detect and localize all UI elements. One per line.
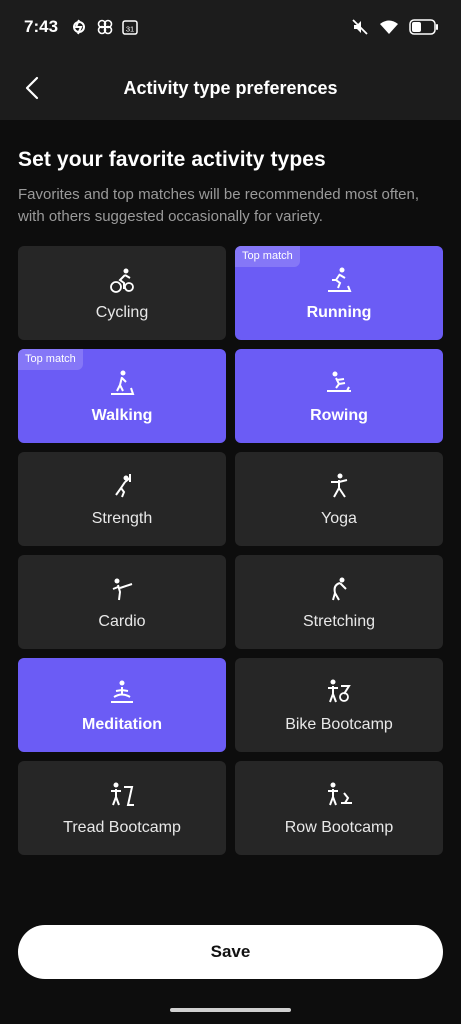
activity-tile-strength[interactable]: Strength (18, 452, 226, 546)
activity-label: Rowing (310, 407, 368, 424)
activity-label: Row Bootcamp (284, 819, 394, 836)
activity-tile-walking[interactable]: Top match Walking (18, 349, 226, 443)
running-icon (328, 267, 352, 292)
activity-tile-bike-bootcamp[interactable]: Bike Bootcamp (235, 658, 443, 752)
activity-label: Meditation (82, 716, 162, 733)
wifi-icon (380, 20, 398, 34)
activity-tile-yoga[interactable]: Yoga (235, 452, 443, 546)
activity-tile-rowing[interactable]: Rowing (235, 349, 443, 443)
top-match-badge: Top match (235, 246, 300, 267)
activity-tile-cardio[interactable]: Cardio (18, 555, 226, 649)
activity-label: Cardio (98, 613, 146, 630)
activity-label: Bike Bootcamp (285, 716, 393, 733)
activity-tile-tread-bootcamp[interactable]: Tread Bootcamp (18, 761, 226, 855)
pinwheel-icon (97, 19, 113, 35)
walking-icon (111, 370, 135, 395)
page-title: Activity type preferences (123, 78, 338, 98)
tread-bootcamp-icon (111, 782, 134, 806)
activity-tile-meditation[interactable]: Meditation (18, 658, 226, 752)
home-indicator (170, 1008, 291, 1012)
calendar-icon: 31 (122, 20, 138, 35)
cardio-icon (112, 578, 133, 601)
status-left-icons: 31 (70, 18, 138, 36)
status-right-icons (351, 18, 439, 36)
activity-label: Running (306, 304, 372, 321)
activity-label: Tread Bootcamp (63, 819, 181, 836)
activity-label: Yoga (321, 510, 357, 527)
activity-tile-running[interactable]: Top match Running (235, 246, 443, 340)
bike-bootcamp-icon (328, 679, 351, 703)
strength-icon (115, 474, 131, 498)
calendar-day: 31 (126, 25, 134, 34)
activity-label: Cycling (95, 304, 149, 321)
save-button[interactable]: Save (18, 925, 443, 979)
section-title: Set your favorite activity types (18, 148, 326, 171)
meditation-icon (111, 680, 133, 703)
stretching-icon (332, 577, 347, 601)
activity-label: Stretching (302, 613, 376, 630)
main-content: Set your favorite activity types Favorit… (0, 120, 461, 1024)
row-bootcamp-icon (328, 782, 352, 806)
peloton-icon (73, 19, 85, 35)
battery-icon (409, 19, 438, 35)
top-match-badge: Top match (18, 349, 83, 370)
activity-grid: Cycling Top match Running Top match Walking R… (18, 246, 443, 855)
status-bar: 7:43 31 (0, 0, 461, 56)
yoga-icon (331, 473, 348, 498)
mute-icon (352, 19, 368, 35)
rowing-icon (327, 371, 351, 392)
activity-tile-row-bootcamp[interactable]: Row Bootcamp (235, 761, 443, 855)
cycling-icon (110, 268, 134, 293)
activity-label: Walking (91, 407, 153, 424)
app-header: Activity type preferences (0, 56, 461, 120)
activity-label: Strength (91, 510, 153, 527)
status-time: 7:43 (24, 17, 59, 36)
activity-tile-cycling[interactable]: Cycling (18, 246, 226, 340)
activity-tile-stretching[interactable]: Stretching (235, 555, 443, 649)
section-description: Favorites and top matches will be recomm… (18, 186, 420, 225)
